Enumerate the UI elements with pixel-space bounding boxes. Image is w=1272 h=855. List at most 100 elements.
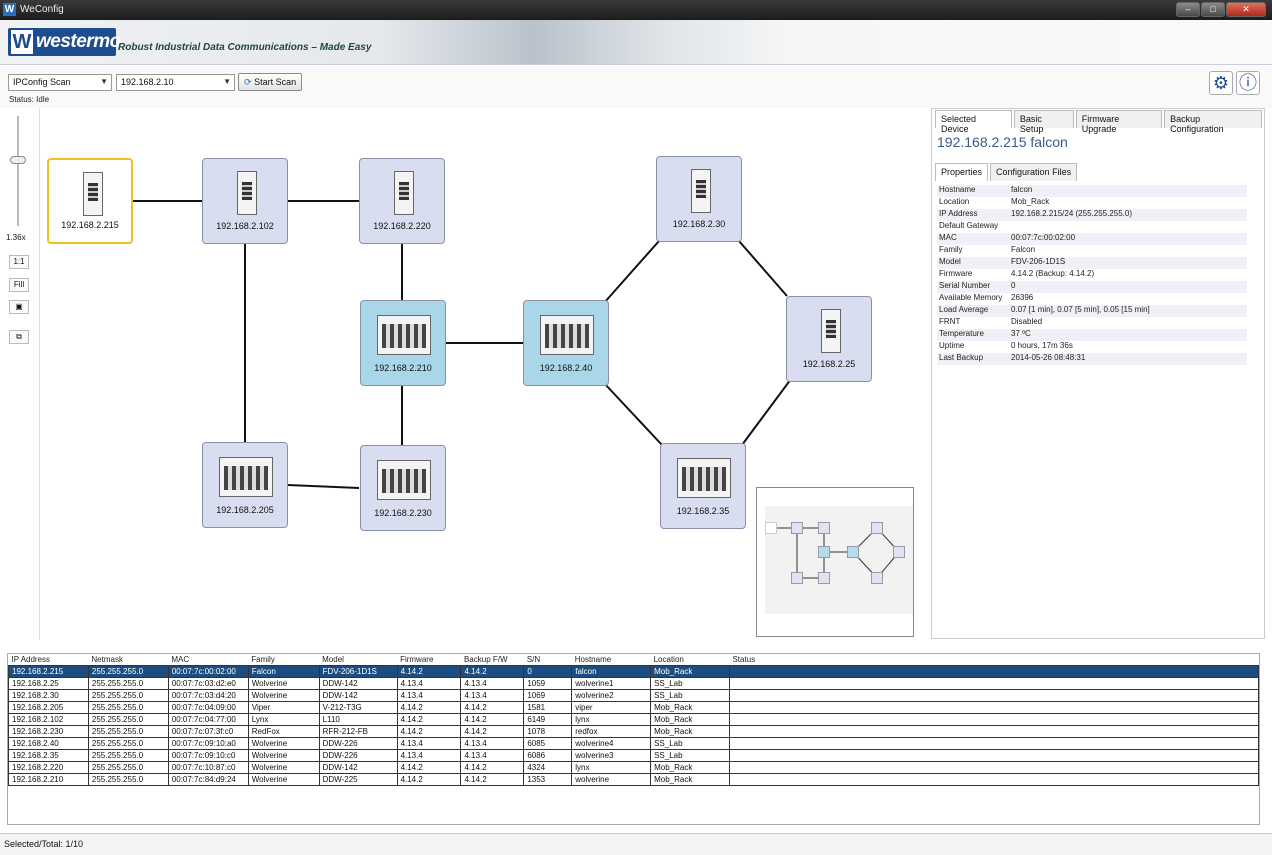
device-node[interactable]: 192.168.2.220 xyxy=(359,158,445,244)
tab-selected-device[interactable]: Selected Device xyxy=(935,110,1012,134)
table-row[interactable]: 192.168.2.30 255.255.255.0 00:07:7c:03:d4:… xyxy=(8,689,1260,702)
table-cell xyxy=(728,689,1260,702)
banner-tagline: Robust Industrial Data Communications – … xyxy=(118,42,372,53)
device-node[interactable]: 192.168.2.215 xyxy=(47,158,133,244)
scan-toolbar: IPConfig Scan ▼ 192.168.2.10 ▼ ⟳ Start Sca… xyxy=(0,66,1272,108)
column-header[interactable]: MAC xyxy=(168,654,248,666)
minimap-node xyxy=(791,572,803,584)
table-row[interactable]: 192.168.2.210 255.255.255.0 00:07:7c:84:d9… xyxy=(8,773,1260,786)
table-cell: 4.14.2 xyxy=(396,773,462,786)
table-cell: 6085 xyxy=(523,737,573,750)
switch-icon xyxy=(377,315,431,355)
table-row[interactable]: 192.168.2.35 255.255.255.0 00:07:7c:09:10:… xyxy=(8,749,1260,762)
column-header[interactable]: S/N xyxy=(524,654,572,666)
close-button[interactable]: ✕ xyxy=(1226,2,1266,17)
table-cell: 192.168.2.210 xyxy=(8,773,89,786)
table-cell: DDW-142 xyxy=(318,689,398,702)
device-node[interactable]: 192.168.2.35 xyxy=(660,443,746,529)
device-node[interactable]: 192.168.2.210 xyxy=(360,300,446,386)
property-value: 37 ºC xyxy=(1011,329,1031,338)
zoom-slider-thumb[interactable] xyxy=(10,156,26,164)
tab-backup-configuration[interactable]: Backup Configuration xyxy=(1164,110,1262,134)
table-cell: DDW-226 xyxy=(318,737,398,750)
column-header[interactable]: Model xyxy=(319,654,397,666)
tab-properties[interactable]: Properties xyxy=(935,163,989,181)
table-cell: 00:07:7c:84:d9:24 xyxy=(167,773,249,786)
table-cell: wolverine2 xyxy=(571,689,652,702)
table-cell: 4.14.2 xyxy=(396,713,462,726)
switch-icon xyxy=(83,172,103,216)
column-header[interactable]: Backup F/W xyxy=(461,654,524,666)
table-cell: lynx xyxy=(571,713,652,726)
table-cell: 255.255.255.0 xyxy=(87,701,169,714)
table-cell: 4.14.2 xyxy=(460,665,525,678)
table-cell: 192.168.2.30 xyxy=(8,689,89,702)
property-row: Hostname falcon xyxy=(937,185,1247,197)
start-scan-button[interactable]: ⟳ Start Scan xyxy=(238,73,303,91)
property-key: Temperature xyxy=(939,329,984,338)
table-cell: SS_Lab xyxy=(650,677,730,690)
table-row[interactable]: 192.168.2.230 255.255.255.0 00:07:7c:07:3f… xyxy=(8,725,1260,738)
column-header[interactable]: Location xyxy=(651,654,730,666)
table-row[interactable]: 192.168.2.215 255.255.255.0 00:07:7c:00:02… xyxy=(8,665,1260,678)
table-row[interactable]: 192.168.2.25 255.255.255.0 00:07:7c:03:d2:… xyxy=(8,677,1260,690)
westermo-logo: W westermo xyxy=(8,28,121,56)
table-cell xyxy=(728,725,1260,738)
property-row: Default Gateway xyxy=(937,221,1247,233)
info-button[interactable]: ⓘ xyxy=(1236,71,1260,95)
column-header[interactable]: Status xyxy=(729,654,1258,666)
fit-view-button[interactable]: ▣ xyxy=(9,300,29,314)
minimap-node xyxy=(765,522,777,534)
table-cell: 4.13.4 xyxy=(396,749,462,762)
table-cell: 4.14.2 xyxy=(460,701,525,714)
device-table[interactable]: IP Address Netmask MAC Family Model Firmware B… xyxy=(7,653,1260,825)
table-cell: 4.13.4 xyxy=(460,737,525,750)
column-header[interactable]: Family xyxy=(248,654,319,666)
device-node[interactable]: 192.168.2.40 xyxy=(523,300,609,386)
table-row[interactable]: 192.168.2.205 255.255.255.0 00:07:7c:04:09… xyxy=(8,701,1260,714)
table-row[interactable]: 192.168.2.40 255.255.255.0 00:07:7c:09:10:… xyxy=(8,737,1260,750)
table-row[interactable]: 192.168.2.102 255.255.255.0 00:07:7c:04:77… xyxy=(8,713,1260,726)
property-value xyxy=(1011,221,1247,233)
device-node[interactable]: 192.168.2.102 xyxy=(202,158,288,244)
maximize-button[interactable]: □ xyxy=(1201,2,1225,17)
app-icon: W xyxy=(3,3,16,16)
minimize-button[interactable]: ‒ xyxy=(1176,2,1200,17)
zoom-1to1-button[interactable]: 1:1 xyxy=(9,255,29,269)
switch-icon xyxy=(677,458,731,498)
table-cell: 192.168.2.35 xyxy=(8,749,89,762)
table-cell: 192.168.2.205 xyxy=(8,701,89,714)
table-cell: 00:07:7c:09:10:a0 xyxy=(167,737,249,750)
ip-range-select[interactable]: 192.168.2.10 ▼ xyxy=(116,74,235,91)
device-node[interactable]: 192.168.2.205 xyxy=(202,442,288,528)
tab-firmware-upgrade[interactable]: Firmware Upgrade xyxy=(1075,110,1163,134)
column-header[interactable]: Netmask xyxy=(88,654,168,666)
scan-type-select[interactable]: IPConfig Scan ▼ xyxy=(8,74,112,91)
property-value: 192.168.2.215/24 (255.255.255.0) xyxy=(1011,209,1132,218)
table-cell: 192.168.2.40 xyxy=(8,737,89,750)
device-node[interactable]: 192.168.2.30 xyxy=(656,156,742,242)
settings-button[interactable]: ⚙ xyxy=(1209,71,1233,95)
layout-button[interactable]: ⧉ xyxy=(9,330,29,344)
table-row[interactable]: 192.168.2.220 255.255.255.0 00:07:7c:10:87… xyxy=(8,761,1260,774)
topology-minimap[interactable] xyxy=(756,487,914,637)
table-cell xyxy=(728,761,1260,774)
column-header[interactable]: Hostname xyxy=(572,654,651,666)
topology-canvas[interactable]: 192.168.2.215 192.168.2.102 192.168.2.22… xyxy=(41,108,927,640)
device-node[interactable]: 192.168.2.25 xyxy=(786,296,872,382)
zoom-fill-button[interactable]: Fill xyxy=(9,278,29,292)
property-value: 4.14.2 (Backup: 4.14.2) xyxy=(1011,269,1095,278)
table-cell: 255.255.255.0 xyxy=(87,665,169,678)
tab-configuration-files[interactable]: Configuration Files xyxy=(990,163,1078,181)
column-header[interactable]: Firmware xyxy=(397,654,461,666)
minimap-node xyxy=(871,522,883,534)
status-value: Idle xyxy=(36,95,50,104)
link-40-30 xyxy=(603,240,660,304)
table-cell: RFR-212-FB xyxy=(318,725,398,738)
minimap-viewport[interactable] xyxy=(765,506,913,614)
device-node[interactable]: 192.168.2.230 xyxy=(360,445,446,531)
column-header[interactable]: IP Address xyxy=(9,654,89,666)
table-cell: 255.255.255.0 xyxy=(87,689,169,702)
zoom-slider-track[interactable] xyxy=(17,116,19,226)
tab-basic-setup[interactable]: Basic Setup xyxy=(1013,110,1074,134)
